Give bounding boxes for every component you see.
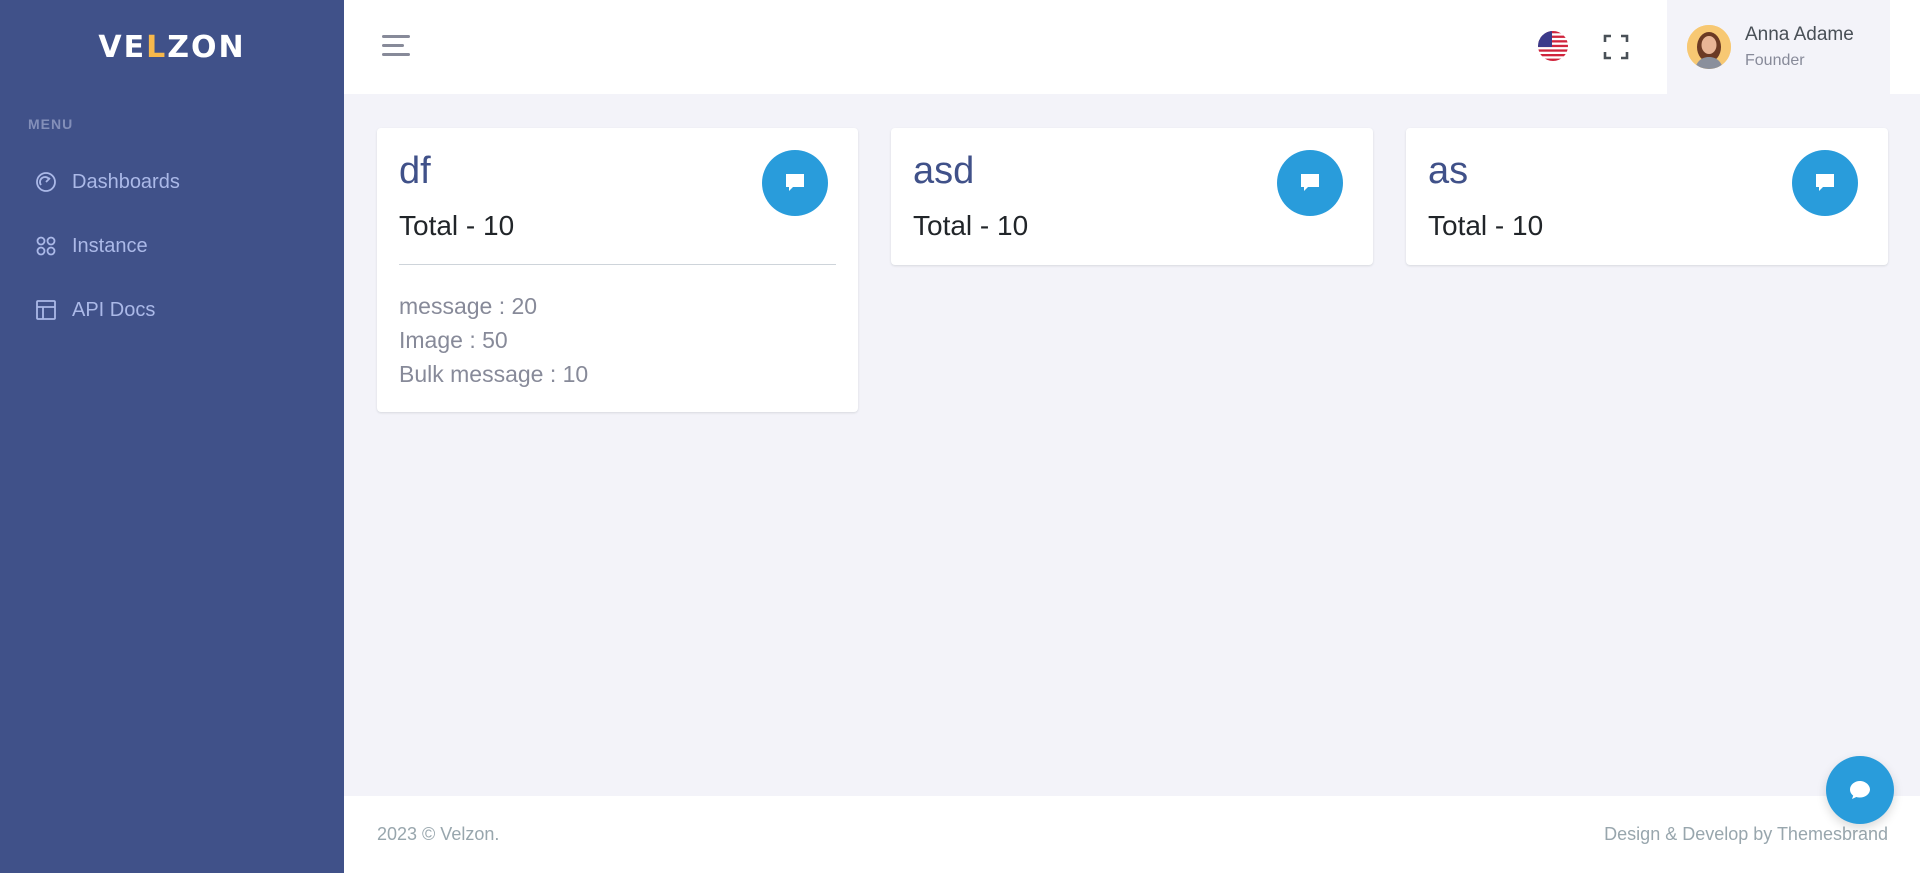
sidebar-item-instance[interactable]: Instance	[0, 214, 344, 278]
menu-toggle-icon[interactable]	[382, 35, 412, 59]
sidebar: ve l zon MENU Dashboards Instance API Docs	[0, 0, 344, 873]
logo-text-prefix: ve	[98, 29, 147, 65]
card-total: Total - 10	[1428, 210, 1544, 241]
topbar: Anna Adame Founder	[344, 0, 1920, 94]
card-divider	[399, 264, 836, 265]
card-total: Total - 10	[399, 210, 515, 241]
chat-button[interactable]	[1826, 756, 1894, 824]
sidebar-item-label: API Docs	[72, 298, 156, 321]
us-flag-icon[interactable]	[1538, 31, 1568, 61]
instance-card-df[interactable]: df Total - 10 message : 20 Image : 50 Bu…	[377, 128, 858, 412]
card-title: as	[1428, 150, 1469, 192]
card-title: asd	[913, 150, 975, 192]
avatar	[1687, 25, 1731, 69]
dashboard-gauge-icon	[36, 172, 56, 192]
logo-text-dot: l	[146, 29, 168, 65]
apps-grid-icon	[36, 236, 56, 256]
footer-credit: Design & Develop by Themesbrand	[1604, 824, 1888, 844]
footer: 2023 © Velzon. Design & Develop by Theme…	[344, 796, 1920, 873]
message-icon[interactable]	[1792, 150, 1858, 216]
card-total: Total - 10	[913, 210, 1029, 241]
card-title: df	[399, 150, 431, 192]
logo-text-suffix: zon	[167, 29, 246, 65]
message-icon[interactable]	[1277, 150, 1343, 216]
user-role: Founder	[1745, 52, 1805, 69]
card-stats: message : 20 Image : 50 Bulk message : 1…	[399, 289, 588, 391]
stat-image: Image : 50	[399, 327, 508, 353]
user-dropdown[interactable]: Anna Adame Founder	[1667, 0, 1890, 94]
instance-card-asd[interactable]: asd Total - 10	[891, 128, 1373, 265]
message-icon[interactable]	[762, 150, 828, 216]
sidebar-item-label: Dashboards	[72, 170, 180, 193]
logo[interactable]: ve l zon	[0, 0, 344, 94]
chat-icon	[1850, 781, 1870, 799]
footer-copyright: 2023 © Velzon.	[377, 824, 500, 844]
stat-bulk-message: Bulk message : 10	[399, 361, 589, 387]
stat-message: message : 20	[399, 293, 538, 319]
instance-card-as[interactable]: as Total - 10	[1406, 128, 1888, 265]
sidebar-item-api-docs[interactable]: API Docs	[0, 278, 344, 342]
fullscreen-icon[interactable]	[1602, 33, 1630, 61]
sidebar-item-label: Instance	[72, 234, 148, 257]
layout-icon	[36, 300, 56, 320]
sidebar-item-dashboards[interactable]: Dashboards	[0, 150, 344, 214]
menu-title: MENU	[28, 116, 74, 132]
user-name: Anna Adame	[1745, 24, 1854, 45]
